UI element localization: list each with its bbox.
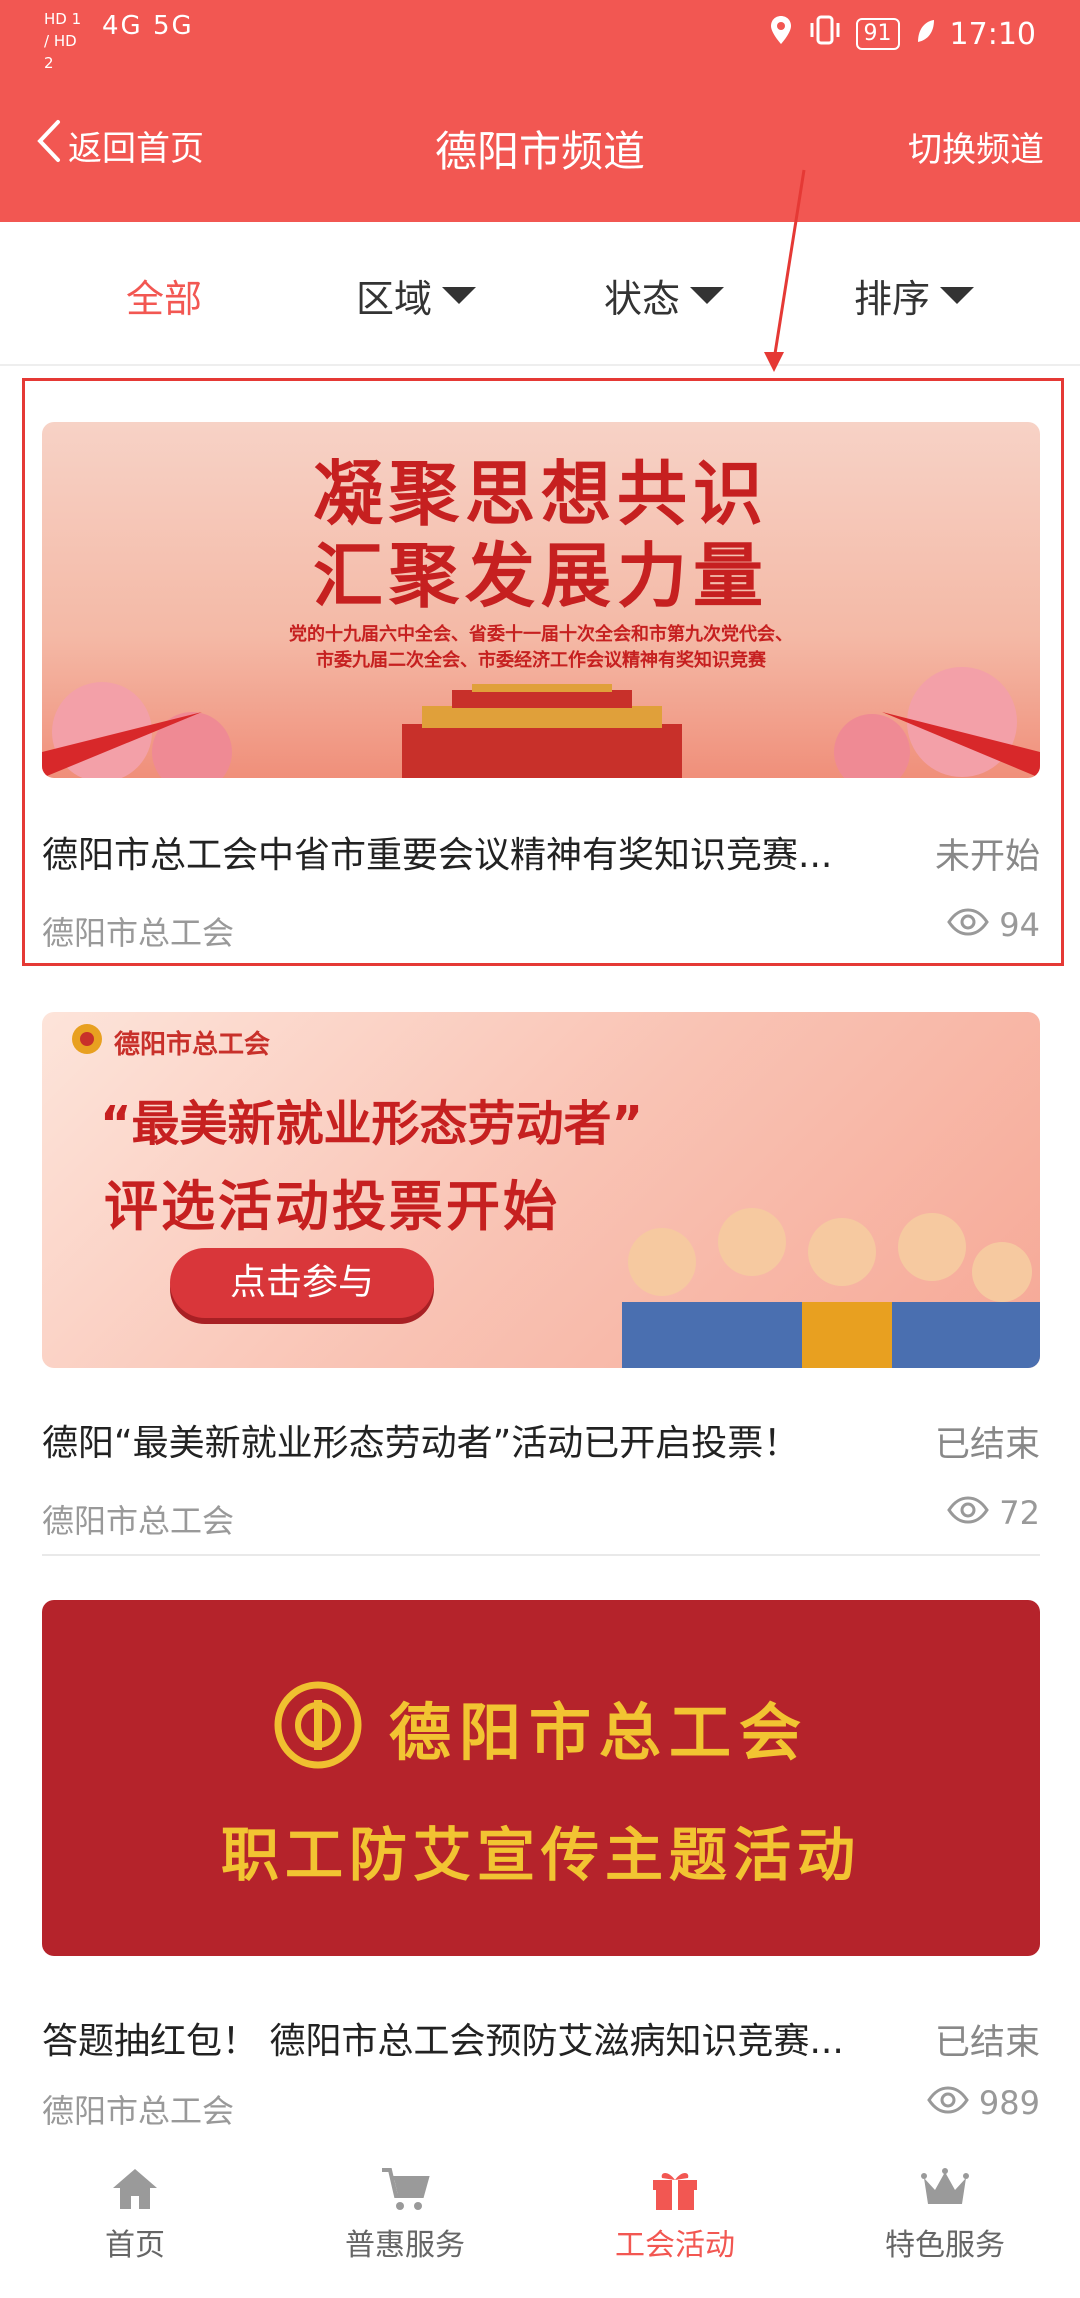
join-button[interactable]: 点击参与: [170, 1248, 434, 1318]
cart-icon: [270, 2166, 540, 2212]
tab-benefits[interactable]: 普惠服务: [270, 2166, 540, 2264]
activity-organizer: 德阳市总工会: [42, 1502, 235, 1540]
banner-headline-1: 德阳市总工会: [388, 1696, 809, 1769]
banner-headline-2: 职工防艾宣传主题活动: [220, 1821, 861, 1889]
eye-icon: [947, 1494, 990, 1532]
banner-headline-row: 德阳市总工会: [42, 1680, 1040, 1774]
activity-organizer: 德阳市总工会: [42, 2092, 235, 2130]
activity-title[interactable]: 德阳“最美新就业形态劳动者”活动已开启投票！: [42, 1414, 799, 1466]
activity-banner[interactable]: 德阳市总工会 “最美新就业形态劳动者” 评选活动投票开始 点击参与: [42, 1012, 1040, 1368]
activity-title[interactable]: 答题抽红包！ 德阳市总工会预防艾滋病知识竞赛...: [42, 2012, 844, 2064]
activity-banner[interactable]: 德阳市总工会 职工防艾宣传主题活动: [42, 1600, 1040, 1956]
activity-card[interactable]: 德阳市总工会 “最美新就业形态劳动者” 评选活动投票开始 点击参与 德阳“最美新…: [42, 1012, 1040, 1540]
tab-benefits-label: 普惠服务: [345, 2228, 465, 2263]
tab-special-services-label: 特色服务: [885, 2228, 1005, 2263]
banner-headline-1: “最美新就业形态劳动者”: [100, 1096, 644, 1152]
eye-icon: [927, 2084, 969, 2122]
tab-home[interactable]: 首页: [0, 2166, 270, 2264]
view-count-value: 72: [999, 1494, 1040, 1532]
view-count-value: 989: [978, 2084, 1040, 2122]
banner-org: 德阳市总工会: [70, 1022, 270, 1063]
activity-status: 已结束: [934, 1425, 1040, 1465]
card-divider: [42, 1554, 1040, 1556]
gift-icon: [540, 2166, 810, 2212]
bottom-tab-bar: 首页 普惠服务 工会活动 特色服务: [0, 2140, 1080, 2298]
union-logo-icon: [273, 1680, 363, 1774]
banner-headline-2: 评选活动投票开始: [104, 1175, 560, 1238]
crown-icon: [810, 2166, 1080, 2212]
workers-illustration: [622, 1208, 1040, 1368]
activity-card[interactable]: 德阳市总工会 职工防艾宣传主题活动 答题抽红包！ 德阳市总工会预防艾滋病知识竞赛…: [42, 1600, 1040, 2130]
activity-status: 已结束: [934, 2023, 1040, 2063]
view-count: 72: [947, 1494, 1040, 1532]
home-icon: [0, 2166, 270, 2212]
annotation-arrow: [764, 169, 806, 372]
union-logo-icon: [70, 1022, 104, 1063]
tab-union-activities[interactable]: 工会活动: [540, 2166, 810, 2264]
tab-special-services[interactable]: 特色服务: [810, 2166, 1080, 2264]
highlight-box: [22, 378, 1064, 966]
tab-home-label: 首页: [105, 2228, 165, 2263]
tab-union-activities-label: 工会活动: [615, 2228, 735, 2263]
view-count: 989: [927, 2084, 1040, 2122]
banner-org-label: 德阳市总工会: [114, 1030, 271, 1060]
